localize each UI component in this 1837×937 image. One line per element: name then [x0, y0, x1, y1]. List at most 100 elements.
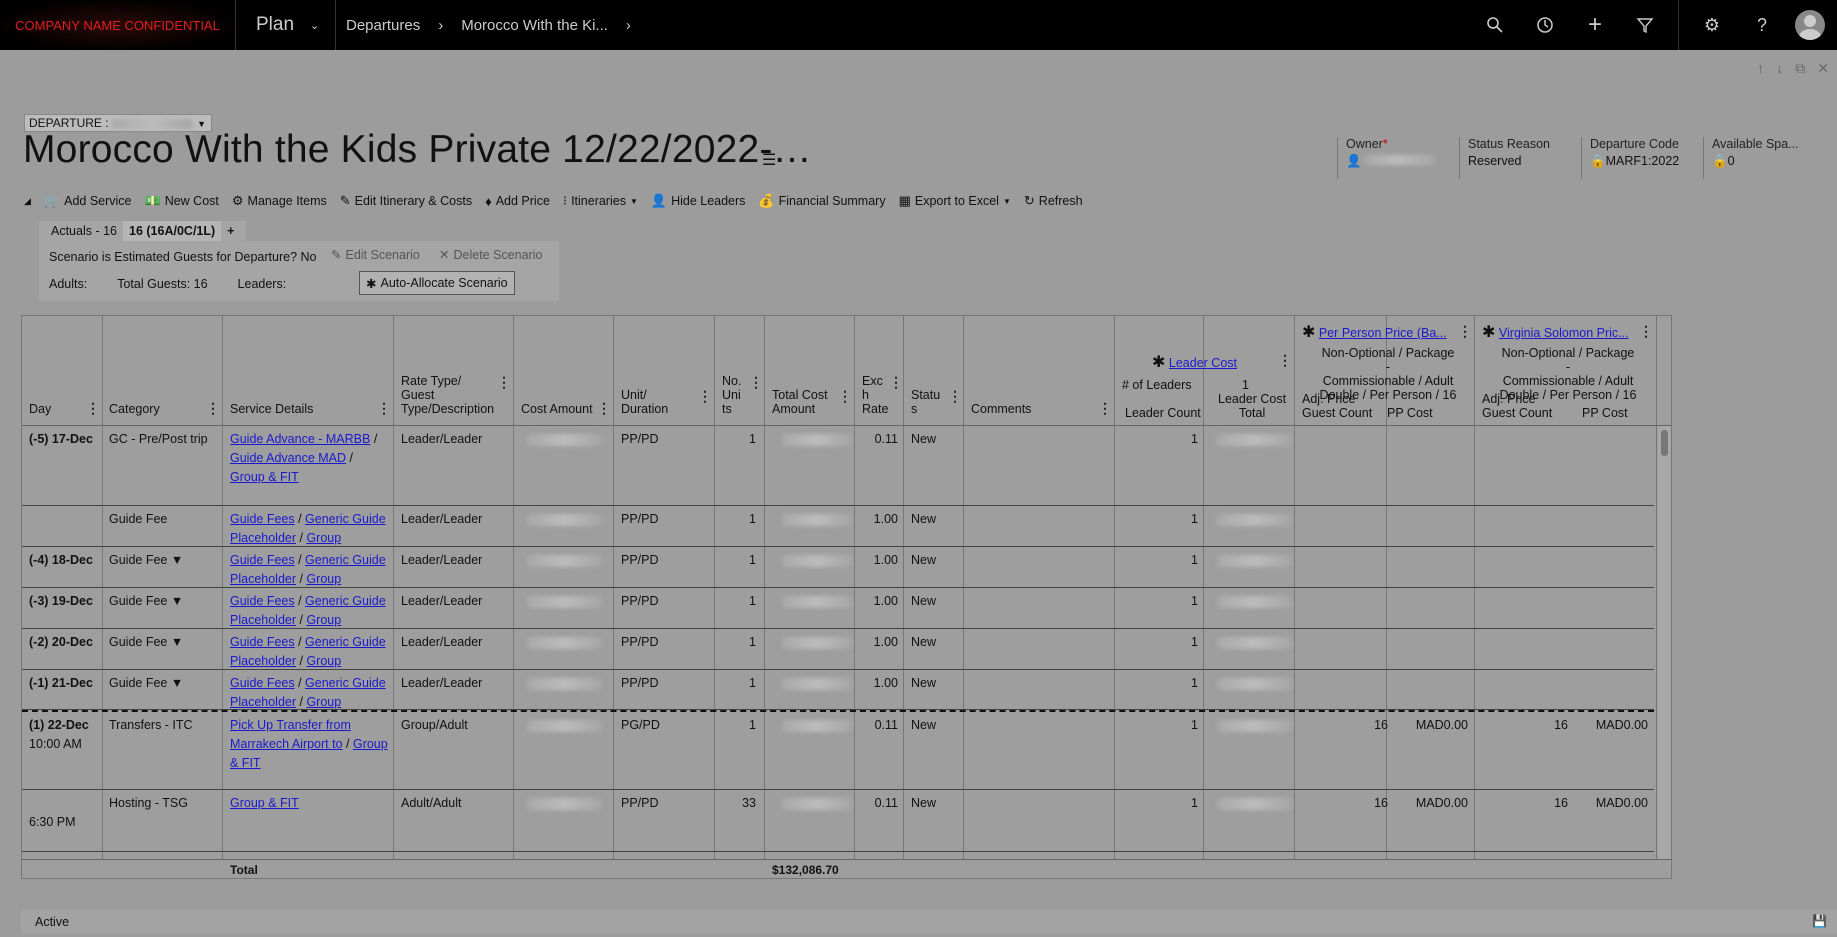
leader-cost-group[interactable]: ✱ Leader Cost — [1152, 355, 1237, 371]
service-link[interactable]: Guide Fees — [230, 635, 295, 649]
edit-scenario-button[interactable]: ✎ Edit Scenario — [331, 247, 420, 263]
col-cost-amount[interactable]: Cost Amount — [521, 402, 593, 416]
col-leader-count[interactable]: Leader Count — [1125, 406, 1201, 420]
col-units[interactable]: No. Uni ts — [722, 374, 741, 416]
service-link[interactable]: Group & FIT — [230, 796, 299, 810]
column-menu-icon[interactable]: ⋮ — [1639, 323, 1653, 340]
arrow-down-icon[interactable]: ↓ — [1776, 60, 1783, 77]
service-link[interactable]: Guide Fees — [230, 676, 295, 690]
col-status[interactable]: Statu s — [911, 388, 940, 416]
column-menu-icon[interactable]: ⋮ — [597, 400, 611, 417]
column-menu-icon[interactable]: ⋮ — [86, 400, 100, 417]
search-icon[interactable] — [1470, 0, 1520, 50]
column-menu-icon[interactable]: ⋮ — [377, 400, 391, 417]
column-menu-icon[interactable]: ⋮ — [838, 388, 852, 405]
column-menu-icon[interactable]: ⋮ — [948, 388, 962, 405]
column-menu-icon[interactable]: ⋮ — [1278, 352, 1292, 369]
service-link[interactable]: Group — [306, 531, 341, 545]
col-adj-price-1[interactable]: Adj. Price Guest Count — [1302, 392, 1372, 420]
manage-items-button[interactable]: ⚙ Manage Items — [232, 193, 327, 209]
column-menu-icon[interactable]: ⋮ — [1098, 400, 1112, 417]
table-row[interactable]: (-3) 19-Dec Guide Fee ▼ Guide Fees / Gener… — [22, 588, 1654, 629]
gear-icon[interactable]: ⚙ — [1687, 0, 1737, 50]
chevron-right-icon[interactable]: › — [626, 17, 631, 34]
table-row[interactable]: (-4) 18-Dec Guide Fee ▼ Guide Fees / Gener… — [22, 547, 1654, 588]
service-link[interactable]: Guide Fees — [230, 594, 295, 608]
new-cost-button[interactable]: 💵 New Cost — [145, 193, 219, 209]
close-icon[interactable]: ✕ — [1817, 60, 1829, 77]
add-price-button[interactable]: ♦ Add Price — [485, 194, 550, 209]
table-row[interactable]: (-5) 17-Dec GC - Pre/Post trip Guide Advan… — [22, 426, 1654, 506]
service-link[interactable]: Group — [306, 654, 341, 668]
brand-logo[interactable]: COMPANY NAME CONFIDENTIAL — [0, 0, 236, 50]
add-service-button[interactable]: 🛒 Add Service — [44, 193, 132, 209]
col-comments[interactable]: Comments — [971, 402, 1031, 416]
table-row[interactable]: Guide Fee Guide Fees / Generic Guide Plac… — [22, 506, 1654, 547]
leader-cost-link[interactable]: Leader Cost — [1169, 356, 1237, 370]
owner-field[interactable]: Owner* 👤 — [1337, 137, 1459, 179]
pp-price-group[interactable]: ✱ Per Person Price (Ba... — [1302, 325, 1447, 341]
history-icon[interactable] — [1520, 0, 1570, 50]
col-category[interactable]: Category — [109, 402, 160, 416]
help-icon[interactable]: ? — [1737, 0, 1787, 50]
table-row[interactable]: (-1) 21-Dec Guide Fee ▼ Guide Fees / Gener… — [22, 670, 1654, 710]
service-link[interactable]: Guide Advance MAD — [230, 451, 346, 465]
avatar[interactable] — [1795, 10, 1825, 40]
vs-price-group[interactable]: ✱ Virginia Solomon Pric... — [1482, 325, 1629, 341]
column-menu-icon[interactable]: ⋮ — [1458, 323, 1472, 340]
tab-scenario-16[interactable]: 16 (16A/0C/1L) — [123, 221, 222, 241]
list-icon[interactable]: ☰ — [762, 150, 776, 170]
service-link[interactable]: Group — [306, 613, 341, 627]
col-exch-rate[interactable]: Exc h Rate — [862, 374, 888, 416]
tab-actuals[interactable]: Actuals - 16 — [45, 224, 123, 238]
save-icon[interactable]: 💾 — [1812, 914, 1827, 928]
column-menu-icon[interactable]: ⋮ — [497, 374, 511, 391]
pp-price-link[interactable]: Per Person Price (Ba... — [1319, 326, 1447, 340]
refresh-button[interactable]: ↻ Refresh — [1024, 193, 1083, 209]
column-menu-icon[interactable]: ⋮ — [698, 388, 712, 405]
service-link[interactable]: Pick Up Transfer from Marrakech Airport … — [230, 718, 351, 751]
col-total-cost[interactable]: Total Cost Amount — [772, 388, 828, 416]
add-scenario-button[interactable]: + — [221, 224, 240, 238]
table-row[interactable]: (1) 22-Dec 10:00 AM Transfers - ITC Pick Up… — [22, 710, 1654, 790]
financial-summary-button[interactable]: 💰 Financial Summary — [758, 193, 885, 209]
col-adj-price-2[interactable]: Adj. Price Guest Count — [1482, 392, 1552, 420]
auto-allocate-button[interactable]: ✱ Auto-Allocate Scenario — [359, 271, 515, 295]
column-menu-icon[interactable]: ⋮ — [889, 374, 903, 391]
table-row[interactable]: 6:30 PM Hosting - TSG Group & FIT Adult/Adu… — [22, 790, 1654, 852]
plus-icon[interactable]: + — [1570, 0, 1620, 50]
table-row[interactable]: (-2) 20-Dec Guide Fee ▼ Guide Fees / Gener… — [22, 629, 1654, 670]
app-switcher[interactable]: Plan ⌄ — [236, 0, 336, 50]
col-service[interactable]: Service Details — [230, 402, 313, 416]
service-link[interactable]: Group — [306, 572, 341, 586]
service-link[interactable]: Guide Advance - MARBB — [230, 432, 370, 446]
delete-scenario-button[interactable]: ✕ Delete Scenario — [439, 247, 542, 263]
itineraries-button[interactable]: ⁝ Itineraries ▼ — [563, 193, 638, 209]
col-rate-type[interactable]: Rate Type/Guest Type/Description — [401, 374, 494, 416]
service-link[interactable]: Group & FIT — [230, 470, 299, 484]
status-reason-field[interactable]: Status Reason Reserved — [1459, 137, 1581, 179]
collapse-icon[interactable]: ◢ — [24, 196, 31, 207]
scroll-thumb[interactable] — [1661, 430, 1668, 456]
column-menu-icon[interactable]: ⋮ — [749, 374, 763, 391]
filter-icon[interactable] — [1620, 0, 1670, 50]
col-day[interactable]: Day — [29, 402, 51, 416]
breadcrumb-departures[interactable]: Departures — [346, 17, 420, 34]
edit-itinerary-button[interactable]: ✎ Edit Itinerary & Costs — [340, 193, 472, 209]
hide-leaders-button[interactable]: 👤 Hide Leaders — [651, 193, 746, 209]
col-unit[interactable]: Unit/Duration — [621, 388, 668, 416]
service-link[interactable]: Guide Fees — [230, 512, 295, 526]
vs-price-link[interactable]: Virginia Solomon Pric... — [1499, 326, 1629, 340]
popout-icon[interactable]: ⧉ — [1795, 60, 1805, 77]
departure-code-field[interactable]: Departure Code 🔒MARF1:2022 — [1581, 137, 1703, 179]
grid-scrollbar[interactable] — [1658, 426, 1671, 859]
available-space-field[interactable]: Available Spa... 🔒0 — [1703, 137, 1825, 179]
col-leader-cost-total[interactable]: Leader Cost Total — [1218, 392, 1286, 420]
export-excel-button[interactable]: ▦ Export to Excel ▼ — [899, 193, 1011, 209]
arrow-up-icon[interactable]: ↑ — [1757, 60, 1764, 77]
col-pp-cost-2[interactable]: PP Cost — [1582, 406, 1628, 420]
service-link[interactable]: Guide Fees — [230, 553, 295, 567]
column-menu-icon[interactable]: ⋮ — [206, 400, 220, 417]
service-link[interactable]: Group — [306, 695, 341, 709]
breadcrumb-current[interactable]: Morocco With the Ki... — [461, 17, 608, 34]
